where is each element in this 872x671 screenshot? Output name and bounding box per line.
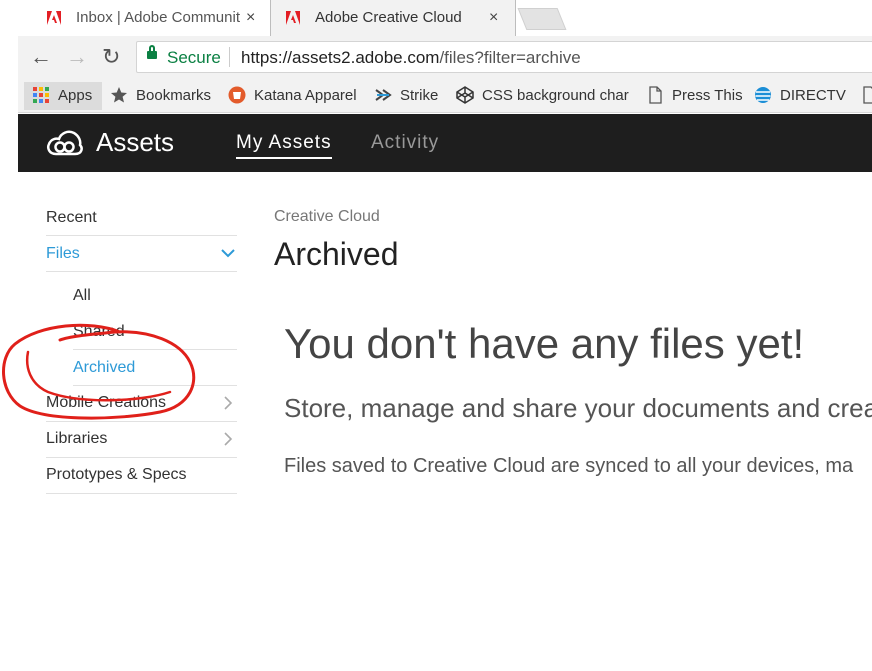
sidebar-item-all[interactable]: All — [46, 278, 237, 314]
lock-icon — [147, 45, 157, 59]
breadcrumb[interactable]: Creative Cloud — [274, 208, 380, 226]
app-brand: Assets — [96, 127, 175, 157]
sidebar-item-libraries[interactable]: Libraries — [46, 422, 237, 458]
sidebar-item-label: Prototypes & Specs — [46, 466, 187, 483]
bookmark-label: CSS background char — [482, 87, 629, 104]
app-header: Assets My Assets Activity — [18, 114, 872, 172]
chevron-down-icon — [221, 249, 235, 258]
bookmark-strike[interactable]: Strike — [374, 86, 438, 104]
bookmark-press-this[interactable]: Press This — [646, 86, 743, 104]
secure-label: Secure — [167, 48, 221, 67]
tab-title: Adobe Creative Cloud — [315, 9, 462, 26]
sidebar-item-files[interactable]: Files — [46, 236, 237, 272]
adobe-icon — [46, 10, 62, 26]
empty-state-heading: You don't have any files yet! — [284, 320, 805, 367]
browser-toolbar: ← → ↻ Secure https://assets2.adobe.com/f… — [18, 36, 872, 80]
nav-activity[interactable]: Activity — [371, 132, 439, 154]
sidebar-item-recent[interactable]: Recent — [46, 200, 237, 236]
codepen-icon — [456, 86, 474, 104]
close-icon[interactable]: × — [489, 9, 498, 27]
sidebar-item-label: Files — [46, 245, 80, 262]
bookmark-apps[interactable]: Apps — [32, 86, 92, 104]
page-icon — [649, 86, 662, 104]
browser-tab-creative-cloud[interactable]: Adobe Creative Cloud × — [270, 0, 516, 36]
chevron-right-icon — [224, 396, 233, 410]
strike-icon — [375, 89, 392, 101]
bookmark-label: Apps — [58, 87, 93, 104]
page-icon — [863, 86, 872, 104]
sidebar-item-label: Shared — [73, 323, 125, 340]
sidebar-item-label: All — [73, 287, 91, 304]
sidebar-item-label: Archived — [73, 359, 136, 376]
new-tab-button[interactable] — [517, 8, 567, 30]
bookmark-bookmarks[interactable]: Bookmarks — [110, 86, 211, 104]
url-host: https://assets2.adobe.com — [241, 48, 440, 67]
forward-icon[interactable]: → — [66, 46, 88, 68]
nav-my-assets[interactable]: My Assets — [236, 132, 332, 159]
bookmark-overflow[interactable] — [860, 86, 872, 104]
sidebar-item-shared[interactable]: Shared — [73, 314, 237, 350]
sidebar-item-mobile-creations[interactable]: Mobile Creations — [46, 386, 237, 422]
sidebar-item-prototypes-specs[interactable]: Prototypes & Specs — [46, 458, 237, 494]
bookmarks-bar: Apps Bookmarks Katana Apparel Strike CSS… — [18, 80, 872, 113]
sidebar-item-label: Recent — [46, 209, 97, 226]
chevron-right-icon — [224, 432, 233, 446]
apps-grid-icon — [33, 87, 49, 103]
browser-tab-inbox[interactable]: Inbox | Adobe Communit × — [32, 0, 272, 36]
bookmark-label: Bookmarks — [136, 87, 212, 104]
tab-title: Inbox | Adobe Communit — [76, 9, 240, 26]
browser-tab-strip: Inbox | Adobe Communit × Adobe Creative … — [0, 0, 872, 36]
bookmark-css-background[interactable]: CSS background char — [456, 86, 629, 104]
sidebar-item-archived[interactable]: Archived — [73, 350, 237, 386]
reload-icon[interactable]: ↻ — [102, 46, 120, 68]
bookmark-label: Strike — [400, 87, 439, 104]
sidebar-item-label: Libraries — [46, 430, 108, 447]
att-globe-icon — [755, 87, 771, 103]
page-title: Archived — [274, 236, 399, 272]
back-icon[interactable]: ← — [30, 46, 52, 68]
adobe-icon — [285, 10, 301, 26]
url-path: /files?filter=archive — [439, 48, 581, 67]
creative-cloud-logo-icon — [47, 130, 83, 156]
sidebar-item-label: Mobile Creations — [46, 394, 167, 411]
divider — [229, 47, 230, 67]
bookmark-katana[interactable]: Katana Apparel — [228, 86, 357, 104]
bookmark-label: DIRECTV — [780, 87, 846, 104]
empty-state-subheading: Store, manage and share your documents a… — [284, 393, 872, 423]
star-icon — [111, 87, 127, 103]
address-bar[interactable]: Secure https://assets2.adobe.com/files?f… — [136, 41, 872, 73]
empty-state-text: Files saved to Creative Cloud are synced… — [284, 455, 854, 477]
katana-icon — [228, 86, 246, 104]
close-icon[interactable]: × — [246, 9, 255, 27]
url-text[interactable]: https://assets2.adobe.com/files?filter=a… — [241, 48, 581, 68]
bookmark-directv[interactable]: DIRECTV — [754, 86, 846, 104]
bookmark-label: Press This — [672, 87, 743, 104]
bookmark-label: Katana Apparel — [254, 87, 357, 104]
